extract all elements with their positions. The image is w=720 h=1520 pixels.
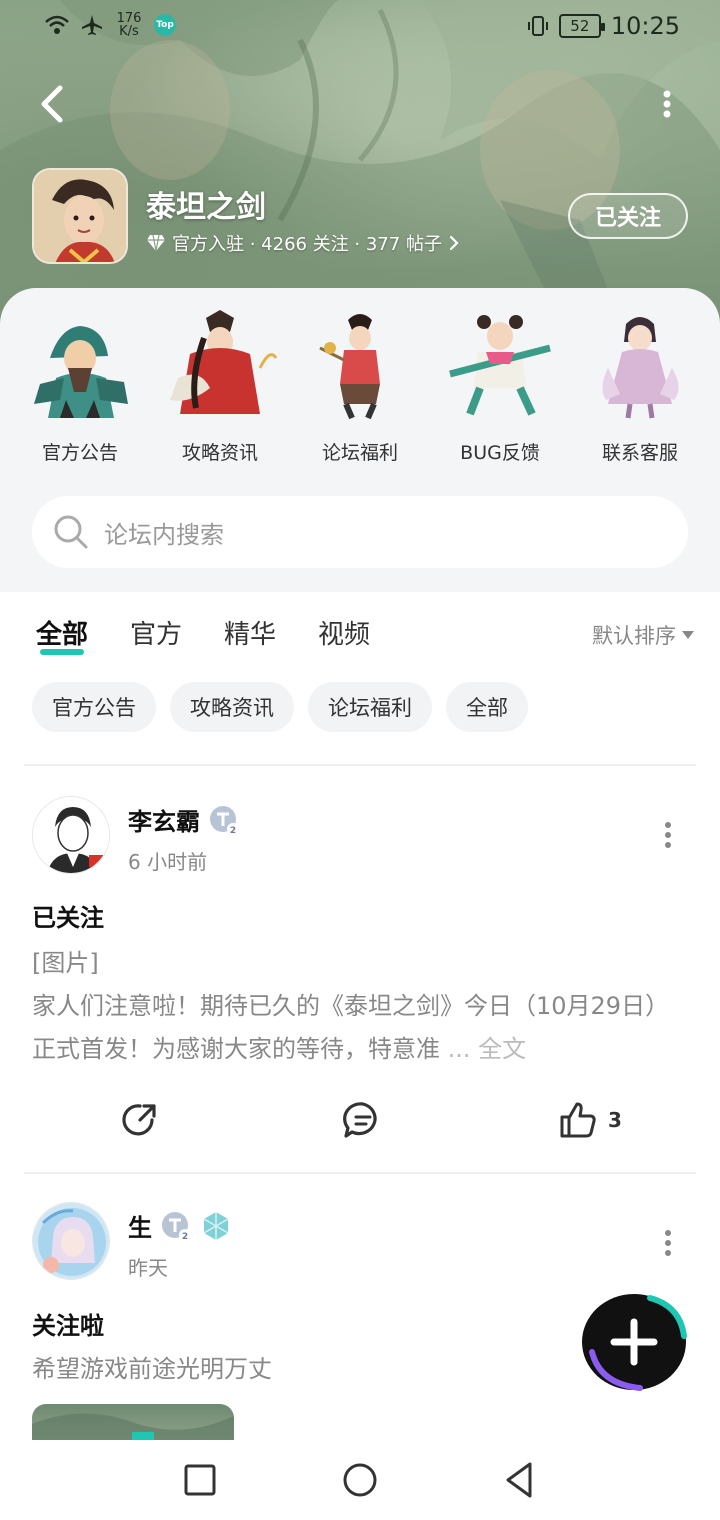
chip-official-notice[interactable]: 官方公告 (32, 682, 156, 732)
comment-button[interactable] (342, 1100, 384, 1140)
search-input[interactable]: 论坛内搜索 (104, 515, 224, 550)
chevron-right-icon (449, 235, 459, 251)
top-app-badge: Top (154, 14, 176, 36)
more-vertical-icon[interactable] (656, 1228, 680, 1258)
shortcut-label: 攻略资讯 (181, 442, 258, 464)
shortcut-label: 联系客服 (601, 442, 678, 464)
shortcut-panel: 官方公告 攻略资讯 论坛福利 BUG反馈 联系客服 论坛内搜索 (0, 288, 720, 592)
thumbnail-art (32, 1413, 234, 1440)
level-badge-icon: 2 (162, 1211, 191, 1242)
post-time: 6 小时前 (128, 850, 208, 874)
shortcut-benefits[interactable]: 论坛福利 (290, 308, 430, 465)
post-image-tag: [图片] (32, 949, 99, 977)
game-meta[interactable]: 官方入驻 · 4266 关注 · 377 帖子 (146, 230, 460, 256)
avatar[interactable] (32, 796, 110, 874)
shortcut-official-notice[interactable]: 官方公告 (10, 308, 150, 465)
battery-indicator: 52 (558, 14, 605, 38)
user-avatar-art (33, 1203, 109, 1279)
shortcut-label: BUG反馈 (460, 442, 540, 464)
game-meta-text: 官方入驻 · 4266 关注 · 377 帖子 (172, 234, 442, 255)
vibrate-icon (527, 16, 548, 36)
search-icon (54, 515, 88, 549)
game-icon[interactable] (32, 168, 128, 264)
create-post-button[interactable] (580, 1292, 688, 1392)
shortcut-list: 官方公告 攻略资讯 论坛福利 BUG反馈 联系客服 (10, 308, 710, 465)
header-banner: 176 K/s Top 52 10:25 泰坦之剑 官方入驻 · 4266 关注… (0, 0, 720, 330)
diamond-icon (147, 234, 165, 252)
sort-label: 默认排序 (592, 624, 676, 648)
author-name: 生 (128, 1214, 152, 1242)
fighter-character-icon (449, 315, 551, 416)
tab-video[interactable]: 视频 (318, 614, 370, 651)
clock: 10:25 (610, 12, 680, 40)
post-author[interactable]: 李玄霸 2 (128, 802, 240, 837)
more-vertical-icon[interactable] (652, 86, 682, 122)
shortcut-guides[interactable]: 攻略资讯 (150, 308, 290, 465)
recent-apps-icon[interactable] (178, 1458, 222, 1502)
post-image-thumbnail[interactable] (32, 1404, 234, 1440)
follow-button[interactable]: 已关注 (568, 193, 688, 239)
post-author[interactable]: 生 2 (128, 1208, 232, 1243)
post-actions: 3 (0, 1090, 720, 1150)
back-triangle-icon[interactable] (498, 1458, 542, 1502)
more-vertical-icon[interactable] (656, 820, 680, 850)
home-icon[interactable] (338, 1458, 382, 1502)
shortcut-label: 论坛福利 (321, 442, 398, 464)
warrior-character-icon (34, 326, 128, 418)
post-excerpt: 家人们注意啦！期待已久的《泰坦之剑》今日（10月29日）正式首发！为感谢大家的等… (32, 992, 670, 1063)
post-title[interactable]: 已关注 (32, 898, 104, 933)
game-title: 泰坦之剑 (146, 190, 266, 225)
post-time: 昨天 (128, 1256, 168, 1280)
filter-chips: 官方公告 攻略资讯 论坛福利 全部 (32, 682, 528, 732)
search-bar[interactable]: 论坛内搜索 (32, 496, 688, 568)
user-avatar-art (33, 797, 109, 873)
chip-guides[interactable]: 攻略资讯 (170, 682, 294, 732)
like-button[interactable]: 3 (558, 1100, 622, 1140)
airplane-icon (82, 15, 102, 35)
lady-character-icon (170, 310, 278, 414)
status-bar: 176 K/s Top 52 10:25 (0, 0, 720, 56)
author-name: 李玄霸 (128, 808, 200, 836)
svg-text:2: 2 (230, 826, 236, 836)
share-button[interactable] (120, 1100, 160, 1140)
system-nav-bar (0, 1440, 720, 1520)
network-speed: 176 K/s (116, 11, 142, 39)
shortcut-bug-report[interactable]: BUG反馈 (430, 308, 570, 465)
svg-text:2: 2 (182, 1232, 188, 1242)
game-avatar-art (34, 170, 126, 262)
chip-all[interactable]: 全部 (446, 682, 528, 732)
sort-dropdown[interactable]: 默认排序 (592, 620, 694, 650)
level-badge-icon: 2 (210, 805, 239, 836)
read-more-link[interactable]: ... 全文 (448, 1035, 527, 1063)
wifi-icon (45, 15, 69, 34)
tab-featured[interactable]: 精华 (224, 614, 276, 651)
avatar[interactable] (32, 1202, 110, 1280)
post-title[interactable]: 关注啦 (32, 1306, 104, 1341)
shortcut-customer-service[interactable]: 联系客服 (570, 308, 710, 465)
divider (24, 1172, 696, 1174)
tab-official[interactable]: 官方 (130, 614, 182, 651)
divider (24, 764, 696, 766)
comment-icon (343, 1102, 377, 1138)
thumbs-up-icon (560, 1102, 596, 1138)
shortcut-label: 官方公告 (41, 442, 118, 464)
like-count: 3 (608, 1108, 622, 1132)
caret-down-icon (682, 631, 694, 639)
chip-benefits[interactable]: 论坛福利 (308, 682, 432, 732)
post-body[interactable]: [图片] 家人们注意啦！期待已久的《泰坦之剑》今日（10月29日）正式首发！为感… (32, 942, 692, 1071)
tab-all[interactable]: 全部 (36, 614, 88, 655)
tab-bar: 全部 官方 精华 视频 (36, 614, 370, 655)
maiden-character-icon (602, 317, 679, 419)
crystal-badge-icon (203, 1211, 229, 1240)
archer-character-icon (319, 314, 380, 420)
share-icon (122, 1104, 156, 1136)
back-arrow-icon[interactable] (34, 82, 74, 126)
post-excerpt: 希望游戏前途光明万丈 (32, 1355, 272, 1383)
